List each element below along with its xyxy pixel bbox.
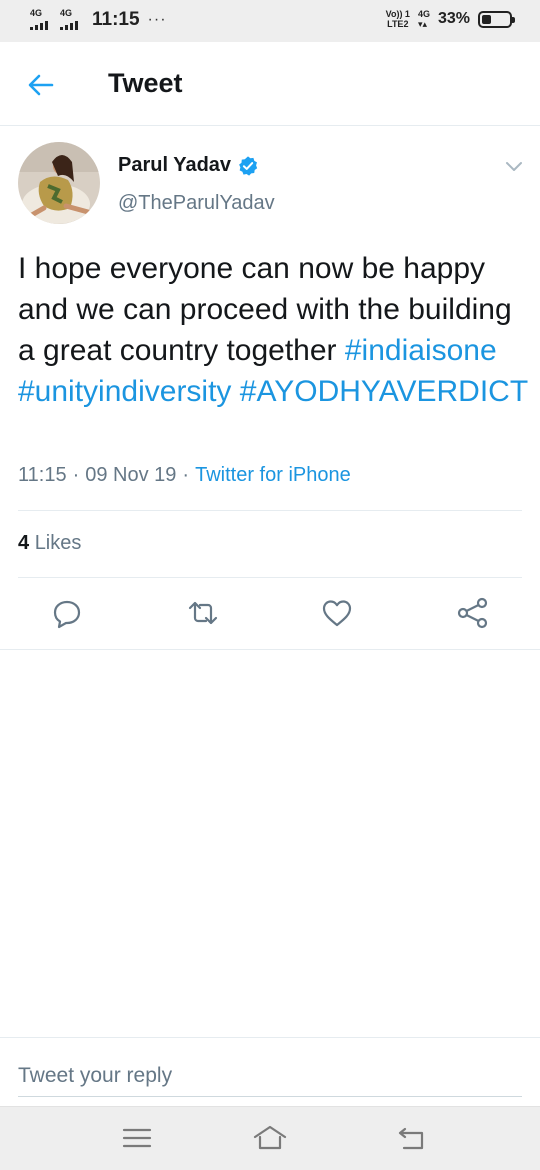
divider [18,577,522,578]
header: Tweet [0,42,540,126]
system-nav-bar [0,1106,540,1170]
back-button[interactable] [26,70,56,100]
data-4g-icon: 4G ▾▴ [418,9,430,29]
divider [0,1037,540,1038]
verified-badge-icon [239,155,258,176]
hashtag-link[interactable]: #AYODHYAVERDICT [240,375,528,408]
chevron-down-icon [506,162,522,171]
status-time: 11:15 [92,9,140,30]
tweet-source-link[interactable]: Twitter for iPhone [195,464,351,487]
reply-icon [53,600,81,629]
home-button[interactable] [253,1123,287,1153]
volte-top: Vo)) 1 [385,9,410,19]
home-icon [253,1125,287,1150]
author-name[interactable]: Parul Yadav [118,154,259,177]
battery-fill [482,14,491,24]
tweet-text: I hope everyone can now be happy and we … [18,248,530,412]
hashtag-link[interactable]: #indiaisone [345,334,497,367]
status-bar: 4G 4G 11:15 ··· Vo)) 1 LTE2 4G ▾▴ 33% [0,0,540,42]
network-type-2: 4G [60,8,73,18]
signal-1-icon: 4G [30,9,54,31]
menu-icon [122,1128,152,1148]
like-button[interactable] [320,596,354,630]
meta-separator: · [182,464,190,486]
divider [18,510,522,511]
heart-icon [322,600,352,627]
menu-button[interactable] [120,1123,154,1153]
divider [0,649,540,650]
network-type-1: 4G [30,8,43,18]
share-button[interactable] [456,596,490,630]
tweet-time: 11:15 [18,464,67,486]
tweet-meta: 11:15 · 09 Nov 19 · Twitter for iPhone [18,464,351,487]
likes-label: Likes [34,532,82,554]
system-back-button[interactable] [396,1123,430,1153]
author-name-text: Parul Yadav [118,154,232,176]
page-title: Tweet [108,68,183,98]
volte-icon: Vo)) 1 LTE2 [386,9,410,29]
likes-number: 4 [18,532,30,554]
avatar[interactable] [18,142,100,224]
share-icon [457,597,488,629]
more-options-button[interactable] [502,156,526,176]
fourg-top: 4G [417,9,430,19]
notification-dots: ··· [147,11,167,28]
arrow-left-icon [28,74,54,96]
reply-button[interactable] [50,596,84,630]
reply-input[interactable] [18,1055,522,1097]
retweet-button[interactable] [186,596,220,630]
avatar-image [18,142,100,224]
tweet-date: 09 Nov 19 [85,464,177,486]
back-icon [398,1127,424,1150]
volte-bottom: LTE2 [387,19,409,29]
status-left: 4G 4G 11:15 ··· [30,9,167,31]
fourg-bottom: ▾▴ [417,19,427,29]
author-handle[interactable]: @TheParulYadav [118,192,275,215]
hashtag-link[interactable]: #unityindiversity [18,375,231,408]
likes-count[interactable]: 4 Likes [18,532,81,555]
tweet-actions [0,590,540,638]
battery-icon [478,10,515,28]
battery-percent: 33% [437,10,470,27]
status-right: Vo)) 1 LTE2 4G ▾▴ 33% [386,9,515,29]
signal-2-icon: 4G [60,9,84,31]
meta-separator: · [72,464,80,486]
retweet-icon [188,601,218,625]
